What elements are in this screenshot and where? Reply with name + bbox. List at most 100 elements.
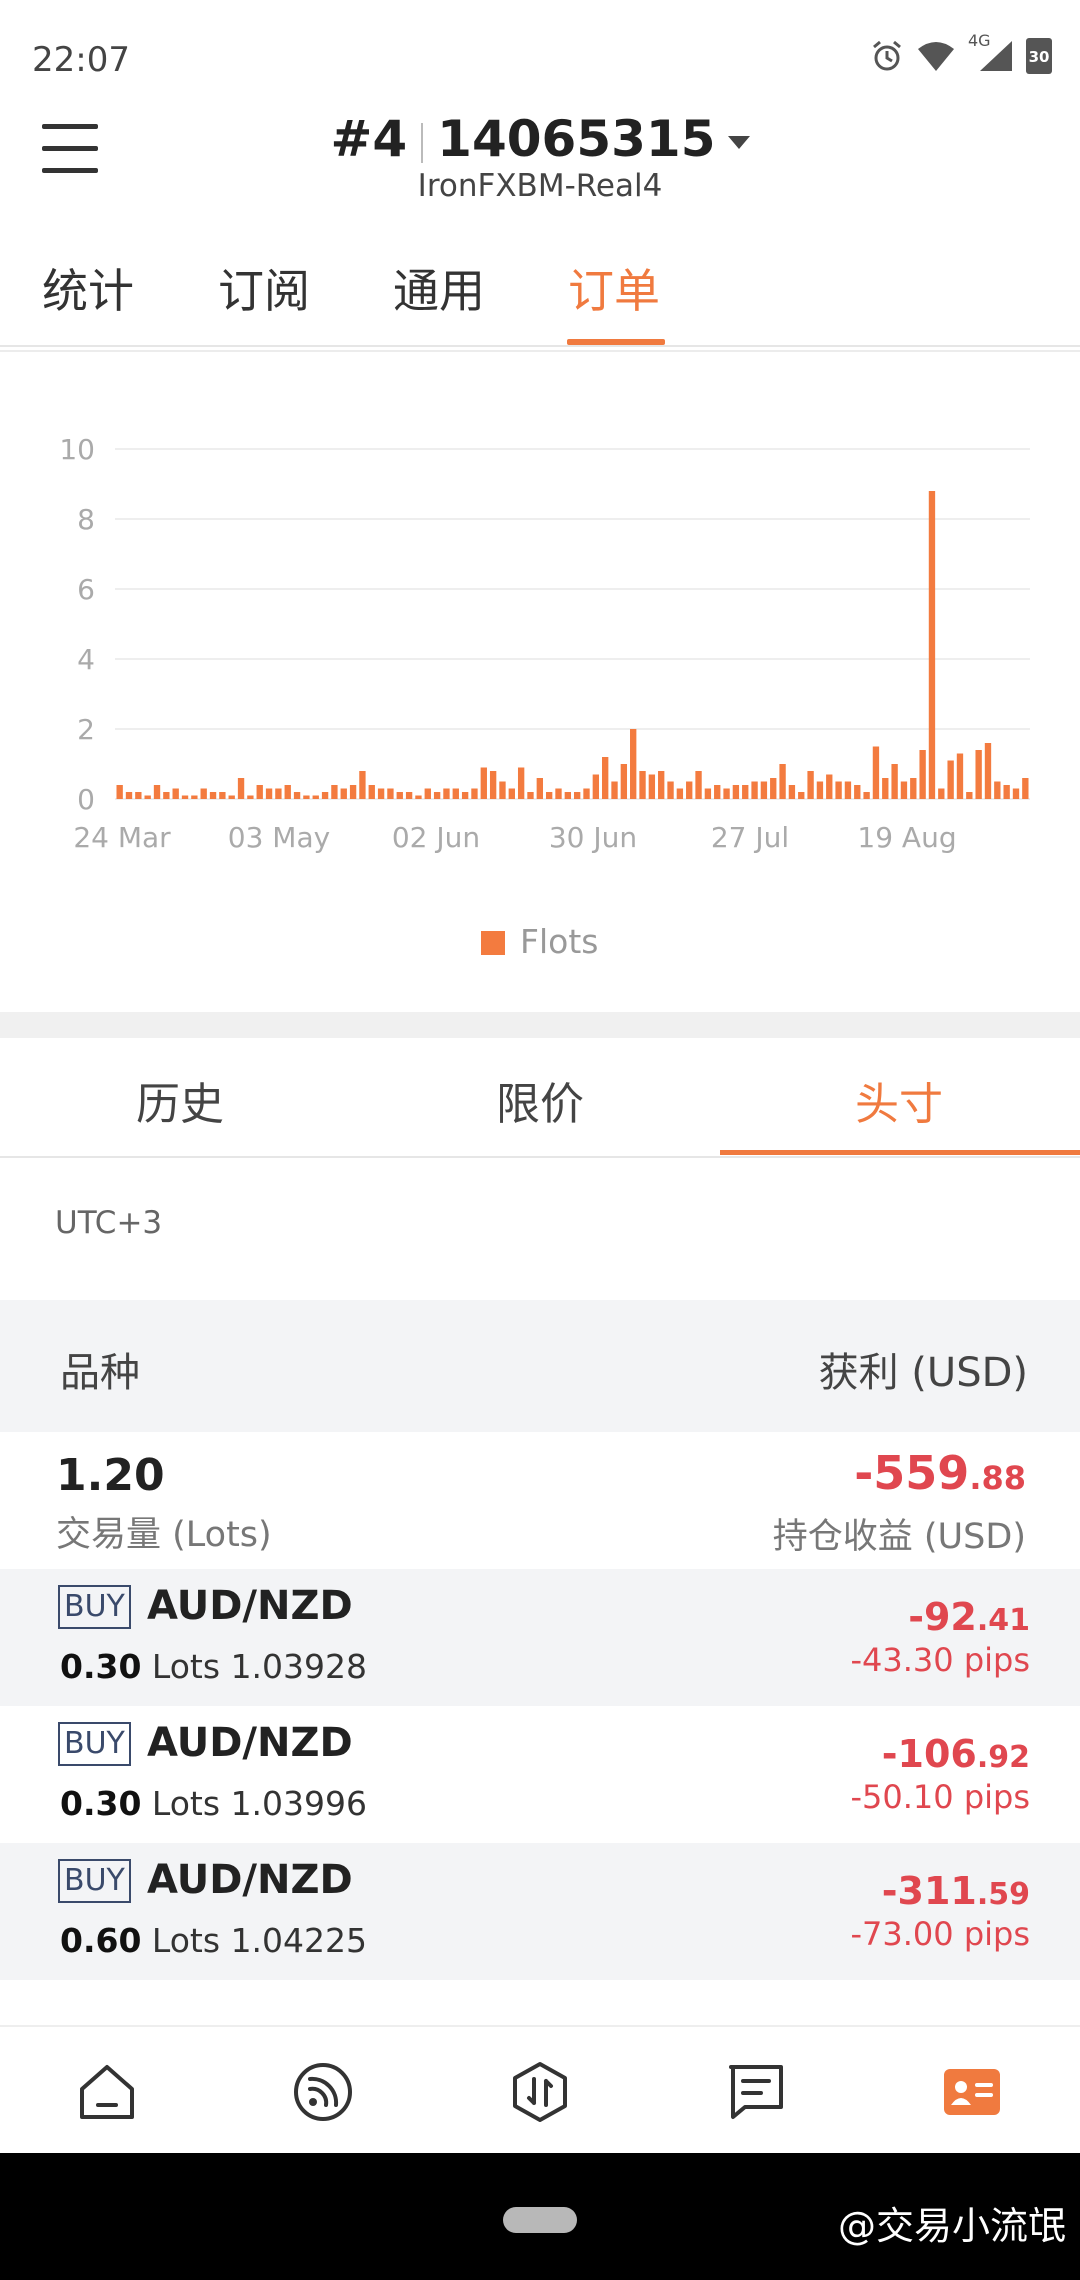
trade-icon[interactable] — [507, 2059, 573, 2125]
chart-bar — [658, 771, 665, 799]
side-badge: BUY — [58, 1585, 131, 1629]
x-tick-label: 19 Aug — [857, 821, 956, 854]
y-tick-label: 0 — [77, 783, 95, 816]
chart-bar — [723, 788, 730, 799]
side-badge: BUY — [58, 1859, 131, 1903]
chart-bar — [555, 788, 562, 799]
bottom-nav — [0, 2025, 1080, 2155]
chart-bar — [247, 795, 254, 799]
chart-bar — [499, 781, 506, 799]
chart-bar — [368, 785, 375, 799]
chart-bar — [639, 771, 646, 799]
chart-bar — [798, 792, 805, 799]
position-profit: -106.92 — [881, 1732, 1030, 1776]
position-row[interactable]: BUY AUD/NZD 0.60 Lots 1.04225 -311.59 -7… — [0, 1843, 1080, 1980]
section-divider — [0, 1012, 1080, 1038]
account-selector[interactable]: #4 14065315 — [0, 110, 1080, 168]
tab-stats[interactable]: 统计 — [42, 255, 134, 321]
chart-bar — [564, 792, 572, 799]
account-icon[interactable] — [939, 2059, 1005, 2125]
chart-bar — [517, 767, 525, 799]
chevron-down-icon — [727, 136, 750, 149]
sub-tabs: 历史 限价 头寸 — [0, 1038, 1080, 1158]
chart-bar — [303, 795, 310, 799]
chart-bar — [975, 750, 982, 799]
chart-bar — [956, 753, 964, 799]
legend-label: Flots — [520, 922, 598, 961]
chart-bar — [816, 781, 824, 799]
chart-bar — [116, 785, 123, 799]
chart-bar — [433, 792, 441, 799]
chart-bar — [854, 785, 861, 799]
chart-bar — [480, 767, 487, 799]
chart-bar — [592, 774, 600, 799]
total-lots: 1.20 — [56, 1450, 165, 1501]
chart-bar — [1003, 785, 1010, 799]
chart-bar — [181, 795, 189, 799]
chart-bar — [900, 781, 908, 799]
position-row[interactable]: BUY AUD/NZD 0.30 Lots 1.03928 -92.41 -43… — [0, 1569, 1080, 1706]
chart-bar — [461, 792, 469, 799]
account-id: 14065315 — [437, 110, 716, 168]
chart-bar — [602, 757, 609, 799]
status-time: 22:07 — [32, 40, 130, 80]
chart-bar — [163, 792, 170, 799]
column-profit: 获利 (USD) — [818, 1350, 1028, 1396]
chart-bar — [891, 764, 898, 799]
chart-bar — [779, 764, 786, 799]
chart-bar — [471, 788, 478, 799]
chart-bar — [826, 774, 833, 799]
feed-icon[interactable] — [290, 2059, 356, 2125]
chart-bar — [947, 760, 954, 799]
tab-limit[interactable]: 限价 — [496, 1068, 584, 1132]
chart-bar — [452, 788, 459, 799]
chart-bar — [387, 788, 394, 799]
chart-bar — [583, 788, 590, 799]
chart-bar — [872, 746, 880, 799]
chart-bar — [938, 788, 945, 799]
chart-bar — [788, 785, 796, 799]
x-tick-label: 27 Jul — [711, 821, 789, 854]
position-symbol: AUD/NZD — [147, 1583, 353, 1629]
chart-bar — [1022, 778, 1029, 799]
chart-bar — [228, 795, 235, 799]
position-profit: -311.59 — [881, 1869, 1030, 1913]
tab-orders[interactable]: 订单 — [568, 255, 660, 321]
chart-bar — [331, 785, 338, 799]
chart-bar — [405, 792, 413, 799]
wifi-icon — [918, 42, 954, 71]
messages-icon[interactable] — [723, 2059, 789, 2125]
y-tick-label: 6 — [77, 573, 95, 606]
position-profit: -92.41 — [908, 1595, 1030, 1639]
total-profit-label: 持仓收益 (USD) — [772, 1517, 1026, 1557]
header: #4 14065315 IronFXBM-Real4 — [0, 110, 1080, 215]
chart-bar — [695, 771, 702, 799]
position-pips: -73.00 pips — [850, 1915, 1030, 1953]
tab-subscribe[interactable]: 订阅 — [218, 255, 310, 321]
home-gesture-bar[interactable] — [503, 2207, 577, 2233]
tab-history[interactable]: 历史 — [136, 1068, 224, 1132]
home-icon[interactable] — [74, 2059, 140, 2125]
timezone-label: UTC+3 — [55, 1205, 163, 1241]
tab-general[interactable]: 通用 — [393, 255, 485, 321]
position-row[interactable]: BUY AUD/NZD 0.30 Lots 1.03996 -106.92 -5… — [0, 1706, 1080, 1843]
tab-positions[interactable]: 头寸 — [855, 1068, 943, 1132]
y-tick-label: 8 — [77, 503, 95, 536]
side-badge: BUY — [58, 1722, 131, 1766]
chart-bar — [807, 771, 814, 799]
chart-bar — [863, 792, 870, 799]
x-tick-label: 03 May — [228, 821, 330, 854]
chart-bar — [265, 788, 273, 799]
chart-bar — [125, 792, 133, 799]
server-name: IronFXBM-Real4 — [417, 168, 663, 204]
battery-level: 30 — [1028, 48, 1050, 66]
y-tick-label: 4 — [77, 643, 95, 676]
chart-bar — [424, 788, 431, 799]
chart-bar — [489, 771, 497, 799]
chart-bar — [910, 778, 917, 799]
volume-chart: 0 2 4 6 8 10 24 Mar 03 May 02 Jun 30 Jun 27 Jul 19 … — [59, 433, 1030, 961]
x-tick-label: 24 Mar — [73, 821, 171, 854]
position-lots: 0.60 Lots 1.04225 — [60, 1921, 368, 1960]
x-tick-label: 30 Jun — [549, 821, 637, 854]
chart-bar — [293, 792, 301, 799]
